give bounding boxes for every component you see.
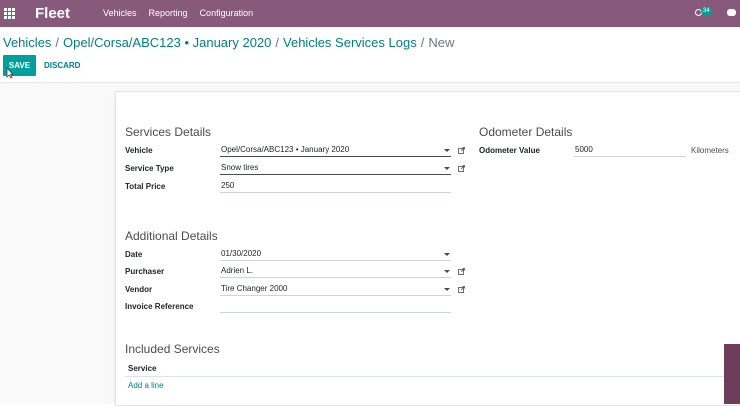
external-link-icon[interactable] — [458, 165, 465, 172]
services-table-header: Service — [125, 362, 740, 377]
odometer-unit: Kilometers — [691, 146, 729, 155]
breadcrumb-separator: / — [275, 35, 280, 50]
dropdown-caret-icon[interactable] — [444, 253, 450, 256]
menu-reporting[interactable]: Reporting — [149, 8, 188, 18]
dropdown-caret-icon[interactable] — [444, 270, 450, 273]
external-link-icon[interactable] — [458, 268, 465, 275]
odometer-value-field[interactable]: 5000 — [574, 145, 686, 157]
breadcrumb: Vehicles / Opel/Corsa/ABC123 • January 202… — [3, 35, 454, 50]
activity-button[interactable]: 34 — [695, 7, 717, 19]
scrollbar-thumb[interactable] — [724, 344, 740, 404]
odometer-details-title: Odometer Details — [479, 125, 573, 139]
menu-vehicles[interactable]: Vehicles — [103, 8, 137, 18]
dropdown-caret-icon[interactable] — [444, 149, 450, 152]
total-price-field[interactable]: 250 — [220, 181, 451, 193]
column-service[interactable]: Service — [128, 364, 156, 373]
odometer-value-label: Odometer Value — [479, 146, 540, 155]
total-price-label: Total Price — [125, 182, 166, 191]
purchaser-field[interactable]: Adrien L. — [220, 266, 451, 278]
breadcrumb-separator: / — [55, 35, 60, 50]
included-services-title: Included Services — [125, 342, 220, 356]
external-link-icon[interactable] — [458, 147, 465, 154]
vehicle-field[interactable]: Opel/Corsa/ABC123 • January 2020 — [220, 145, 451, 157]
vendor-field[interactable]: Tire Changer 2000 — [220, 284, 451, 296]
breadcrumb-services-logs[interactable]: Vehicles Services Logs — [283, 35, 417, 50]
invoice-reference-label: Invoice Reference — [125, 302, 194, 311]
breadcrumb-vehicle[interactable]: Opel/Corsa/ABC123 • January 2020 — [63, 35, 271, 50]
breadcrumb-vehicles[interactable]: Vehicles — [3, 35, 51, 50]
service-type-field[interactable]: Snow tires — [220, 163, 451, 175]
services-details-title: Services Details — [125, 125, 212, 139]
chat-icon[interactable] — [727, 9, 736, 16]
vendor-label: Vendor — [125, 285, 153, 294]
add-line-link[interactable]: Add a line — [128, 381, 164, 390]
service-type-label: Service Type — [125, 164, 174, 173]
main-menu: Vehicles Reporting Configuration — [103, 8, 265, 18]
apps-grid-icon[interactable] — [4, 8, 15, 19]
vehicle-label: Vehicle — [125, 146, 153, 155]
purchaser-label: Purchaser — [125, 267, 165, 276]
additional-details-title: Additional Details — [125, 229, 218, 243]
mouse-cursor-icon — [6, 67, 14, 79]
top-navbar: Fleet Vehicles Reporting Configuration 3… — [0, 0, 740, 27]
date-label: Date — [125, 250, 143, 259]
external-link-icon[interactable] — [458, 286, 465, 293]
app-brand[interactable]: Fleet — [35, 5, 70, 22]
dropdown-caret-icon[interactable] — [444, 288, 450, 291]
date-field[interactable]: 01/30/2020 — [220, 249, 451, 261]
breadcrumb-separator: / — [420, 35, 425, 50]
dropdown-caret-icon[interactable] — [444, 167, 450, 170]
menu-configuration[interactable]: Configuration — [200, 8, 254, 18]
discard-button[interactable]: DISCARD — [44, 61, 80, 70]
invoice-reference-field[interactable] — [220, 301, 451, 313]
breadcrumb-current: New — [428, 35, 455, 50]
activity-count-badge: 34 — [701, 7, 712, 15]
